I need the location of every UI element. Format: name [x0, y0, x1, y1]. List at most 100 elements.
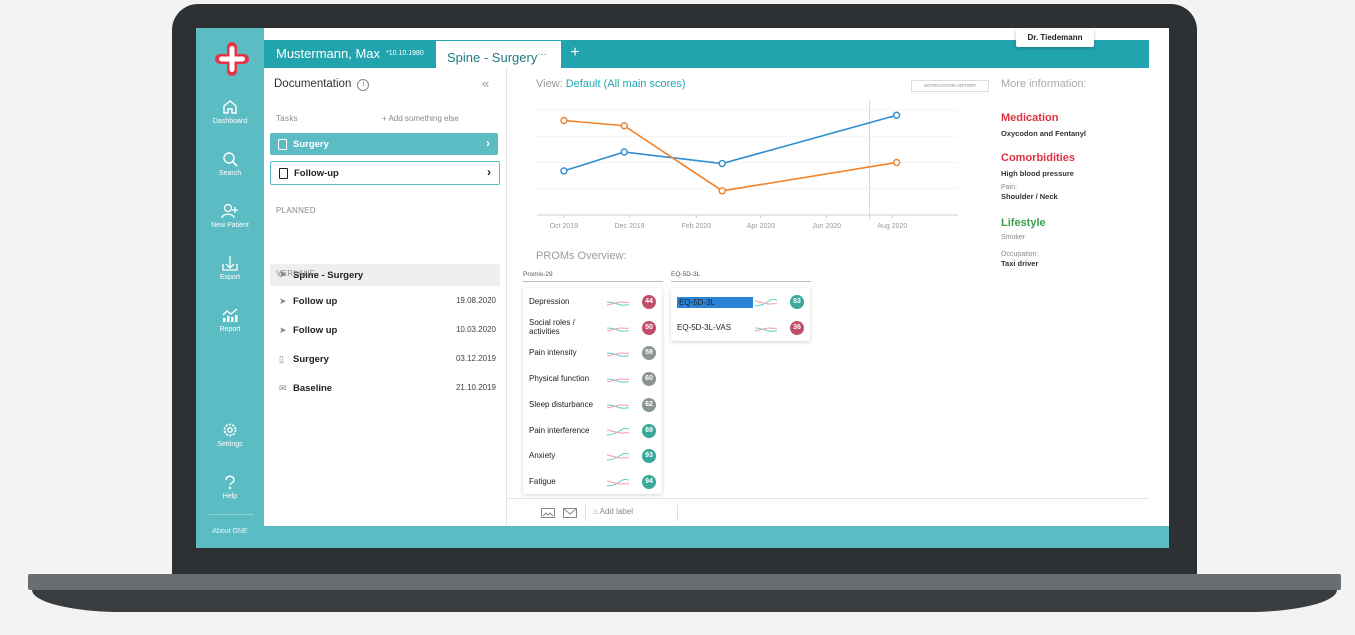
nav-new-patient-label: New Patient	[211, 222, 249, 229]
documentation-title: Documentation i	[274, 78, 370, 91]
lifestyle-value: Smoker	[1001, 234, 1026, 241]
score-row[interactable]: Pain intensity 59	[523, 340, 662, 366]
task-follow-up-label: Follow-up	[294, 168, 339, 179]
report-icon	[222, 308, 238, 322]
nav-search[interactable]: Search	[196, 150, 264, 177]
chart-point	[620, 122, 628, 130]
planned-label: PLANNED	[276, 206, 316, 215]
footer-divider	[585, 505, 586, 521]
nav-search-label: Search	[218, 170, 242, 177]
verlauf-row-label: Follow up	[293, 325, 338, 336]
verlauf-row[interactable]: ➤ Follow up 19.08.2020	[270, 291, 500, 313]
score-badge: 83	[790, 295, 804, 309]
chart-x-tick-label: Feb 2020	[682, 223, 712, 230]
user-badge[interactable]: Dr. Tiedemann	[1016, 29, 1094, 47]
score-badge: 59	[642, 346, 656, 361]
sparkline-icon	[606, 449, 630, 467]
document-icon	[278, 139, 287, 150]
view-value: Default (All main scores)	[565, 78, 686, 90]
notification-history-button[interactable]: NOTIFICATION HISTORY	[911, 80, 989, 92]
score-row[interactable]: Pain interference 89	[523, 418, 662, 444]
main-area: View: Default (All main scores) NOTIFICAT…	[507, 68, 991, 498]
score-badge: 60	[642, 372, 656, 387]
chart-x-tick-label: Oct 2019	[550, 223, 579, 230]
patient-dob: *10.10.1980	[386, 50, 424, 57]
sparkline-icon	[606, 372, 630, 390]
footer-toolbar: ⌂ Add label	[507, 498, 1149, 527]
app-screen: Dashboard Search New Patient Export Repo…	[196, 28, 1169, 548]
score-badge: 36	[790, 320, 804, 335]
score-name: Pain intensity	[529, 348, 577, 358]
verlauf-row-label: Baseline	[293, 383, 333, 394]
chart-x-tick-label: Aug 2020	[877, 223, 907, 230]
nav-settings[interactable]: Settings	[196, 421, 264, 448]
score-badge: 89	[642, 423, 656, 438]
score-row[interactable]: Physical function 60	[523, 366, 662, 392]
score-name: Sleep disturbance	[529, 399, 594, 409]
image-icon[interactable]	[541, 508, 555, 518]
score-chart[interactable]: Oct 2019 Dec 2019 Feb 2020 Apr 2020 Jun 2020…	[507, 95, 991, 245]
add-something-button[interactable]: + Add something else	[382, 114, 459, 123]
score-row[interactable]: Depression 44	[523, 289, 662, 315]
laptop-base	[28, 574, 1341, 590]
nav-rail: Dashboard Search New Patient Export Repo…	[196, 28, 264, 548]
verlauf-row[interactable]: ➤ Follow up 10.03.2020	[270, 320, 500, 342]
collapse-panel-button[interactable]: «	[482, 76, 489, 91]
score-row[interactable]: EQ-5D-3L 83	[671, 289, 810, 315]
info-icon[interactable]: i	[357, 79, 370, 91]
nav-report-label: Report	[219, 326, 241, 333]
medication-title: Medication	[1001, 112, 1059, 124]
nav-report[interactable]: Report	[196, 306, 264, 333]
mail-icon: ✉	[279, 383, 287, 393]
nav-help[interactable]: Help	[196, 473, 264, 500]
score-row[interactable]: EQ-5D-3L-VAS 36	[671, 315, 810, 341]
home-icon	[223, 100, 237, 114]
nav-dashboard-label: Dashboard	[212, 118, 248, 125]
info-panel: More information: Medication Oxycodon an…	[1001, 68, 1161, 498]
documentation-title-text: Documentation	[274, 78, 352, 90]
tab-patient[interactable]: Mustermann, Max *10.10.1980	[276, 46, 424, 61]
add-label-text: Add label	[599, 507, 633, 516]
app-logo	[215, 42, 249, 76]
nav-dashboard[interactable]: Dashboard	[196, 98, 264, 125]
chart-point	[560, 167, 568, 175]
sparkline-icon	[606, 475, 630, 493]
promis-card: Depression 44 Social roles / activities 50 P…	[523, 288, 662, 494]
task-surgery[interactable]: Surgery ›	[270, 133, 498, 155]
score-row[interactable]: Fatigue 94	[523, 469, 662, 495]
export-icon	[222, 256, 238, 271]
bottom-strip	[264, 526, 1169, 548]
score-name: Physical function	[529, 374, 590, 384]
occupation-label: Occupation:	[1001, 251, 1039, 258]
view-selector[interactable]: View: Default (All main scores)	[536, 78, 686, 90]
help-icon	[225, 475, 235, 490]
verlauf-row[interactable]: ✉ Baseline 21.10.2019	[270, 378, 500, 400]
occupation-value: Taxi driver	[1001, 259, 1039, 268]
score-badge: 44	[642, 295, 656, 309]
sparkline-icon	[606, 295, 630, 313]
score-name: Anxiety	[529, 451, 556, 461]
laptop-foot	[32, 590, 1337, 612]
paper-plane-icon: ➤	[279, 325, 287, 335]
comorbidities-value: High blood pressure	[1001, 169, 1074, 178]
chart-point	[892, 158, 901, 167]
mail-icon[interactable]	[563, 508, 577, 518]
verlauf-row[interactable]: ▯ Surgery 03.12.2019	[270, 349, 500, 371]
chevron-right-icon: ›	[486, 136, 490, 150]
tab-more-button[interactable]: ···	[537, 49, 547, 60]
score-badge: 62	[642, 397, 656, 412]
add-tab-button[interactable]: +	[568, 44, 582, 62]
tab-spine-surgery[interactable]: Spine - Surgery ···	[436, 41, 561, 69]
lifestyle-title: Lifestyle	[1001, 217, 1046, 229]
about-link[interactable]: About ONE	[196, 528, 264, 535]
score-row[interactable]: Social roles / activities 50	[523, 315, 662, 341]
score-row[interactable]: Sleep disturbance 62	[523, 392, 662, 418]
add-label-button[interactable]: ⌂ Add label	[593, 507, 633, 516]
nav-export[interactable]: Export	[196, 254, 264, 281]
gear-icon	[223, 423, 237, 437]
score-row[interactable]: Anxiety 93	[523, 443, 662, 469]
nav-new-patient[interactable]: New Patient	[196, 202, 264, 229]
paper-plane-icon: ➤	[279, 296, 287, 306]
task-follow-up[interactable]: Follow-up ›	[270, 161, 500, 185]
chart-point	[718, 159, 726, 168]
